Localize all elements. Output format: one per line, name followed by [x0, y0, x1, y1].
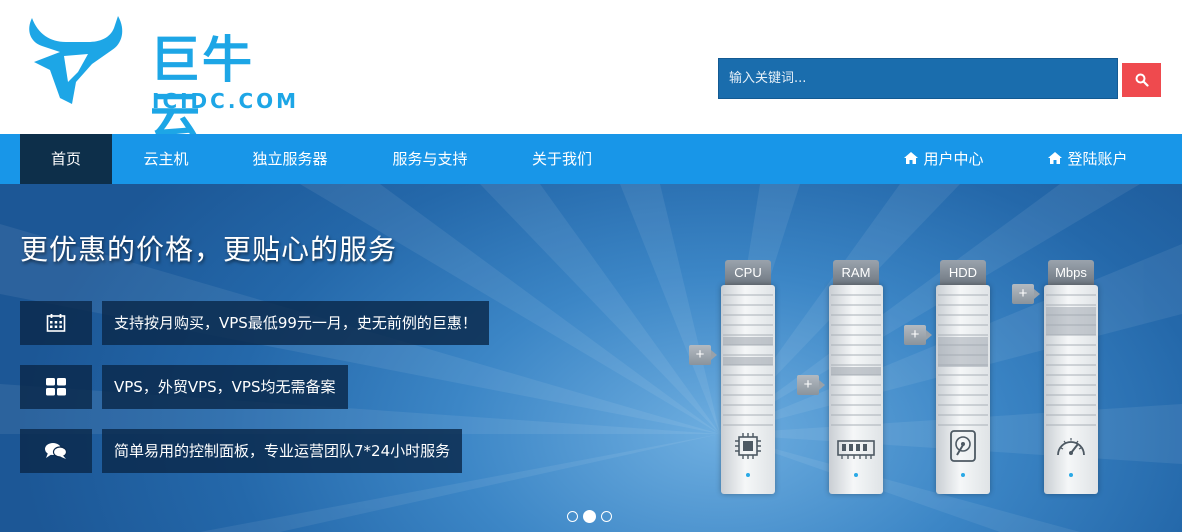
feature-monthly-purchase: 支持按月购买，VPS最低99元一月，史无前例的巨惠！ [102, 301, 489, 345]
plus-badge: + [689, 345, 717, 365]
carousel-dots [567, 510, 612, 523]
nav-item-login[interactable]: 登陆账户 [1040, 134, 1136, 184]
chip-icon [735, 433, 761, 459]
memory-icon [837, 440, 875, 459]
plus-badge: + [797, 375, 825, 395]
nav-item-cloud-host[interactable]: 云主机 [120, 134, 212, 184]
home-icon [904, 152, 919, 164]
nav-user-center-label: 用户中心 [923, 150, 984, 168]
tower-body [829, 285, 883, 494]
home-icon [1048, 152, 1063, 164]
banner-title: 更优惠的价格，更贴心的服务 [20, 233, 398, 266]
feature-icon-box [20, 301, 92, 345]
feature-control-panel: 简单易用的控制面板，专业运营团队7*24小时服务 [102, 429, 463, 473]
carousel-dot[interactable] [601, 511, 612, 522]
tower-label: HDD [940, 260, 986, 285]
tower-ram: RAM [829, 260, 883, 494]
nav-item-about-us[interactable]: 关于我们 [516, 134, 608, 184]
carousel-dot[interactable] [567, 511, 578, 522]
main-nav: 首页 云主机 独立服务器 服务与支持 关于我们 用户中心 登陆账户 [0, 134, 1182, 184]
tower-label: CPU [725, 260, 771, 285]
nav-item-dedicated-server[interactable]: 独立服务器 [236, 134, 344, 184]
feature-vps-no-filing: VPS，外贸VPS，VPS均无需备案 [102, 365, 348, 409]
tower-body [936, 285, 990, 494]
tower-cpu: CPU [721, 260, 775, 494]
header: 巨牛云 ICIDC.COM [0, 0, 1182, 144]
search-icon [1135, 73, 1149, 87]
nav-item-user-center[interactable]: 用户中心 [896, 134, 992, 184]
chat-icon [45, 443, 67, 459]
speedometer-icon [1057, 438, 1085, 456]
bull-logo-icon [29, 16, 123, 104]
logo-chinese-name: 巨牛云 [150, 31, 254, 145]
feature-icon-box [20, 365, 92, 409]
search-input[interactable] [718, 58, 1118, 99]
logo[interactable]: 巨牛云 ICIDC.COM [26, 12, 296, 144]
feature-icon-box [20, 429, 92, 473]
harddisk-icon [950, 430, 976, 462]
carousel-dot-active[interactable] [583, 510, 596, 523]
tower-label: RAM [833, 260, 879, 285]
nav-login-label: 登陆账户 [1067, 150, 1128, 168]
logo-english-name: ICIDC.COM [152, 89, 300, 113]
tower-mbps: Mbps [1044, 260, 1098, 494]
nav-item-home[interactable]: 首页 [20, 134, 112, 184]
tower-label: Mbps [1048, 260, 1094, 285]
nav-item-service-support[interactable]: 服务与支持 [376, 134, 484, 184]
grid-icon [46, 378, 66, 396]
plus-badge: + [904, 325, 932, 345]
plus-badge: + [1012, 284, 1040, 304]
tower-body [721, 285, 775, 494]
hero-banner: 更优惠的价格，更贴心的服务 支持按月购买，VPS最低99元一月，史无前例的巨惠！… [0, 184, 1182, 532]
calendar-icon [46, 314, 66, 332]
search-button[interactable] [1122, 63, 1161, 97]
tower-body [1044, 285, 1098, 494]
tower-hdd: HDD [936, 260, 990, 494]
